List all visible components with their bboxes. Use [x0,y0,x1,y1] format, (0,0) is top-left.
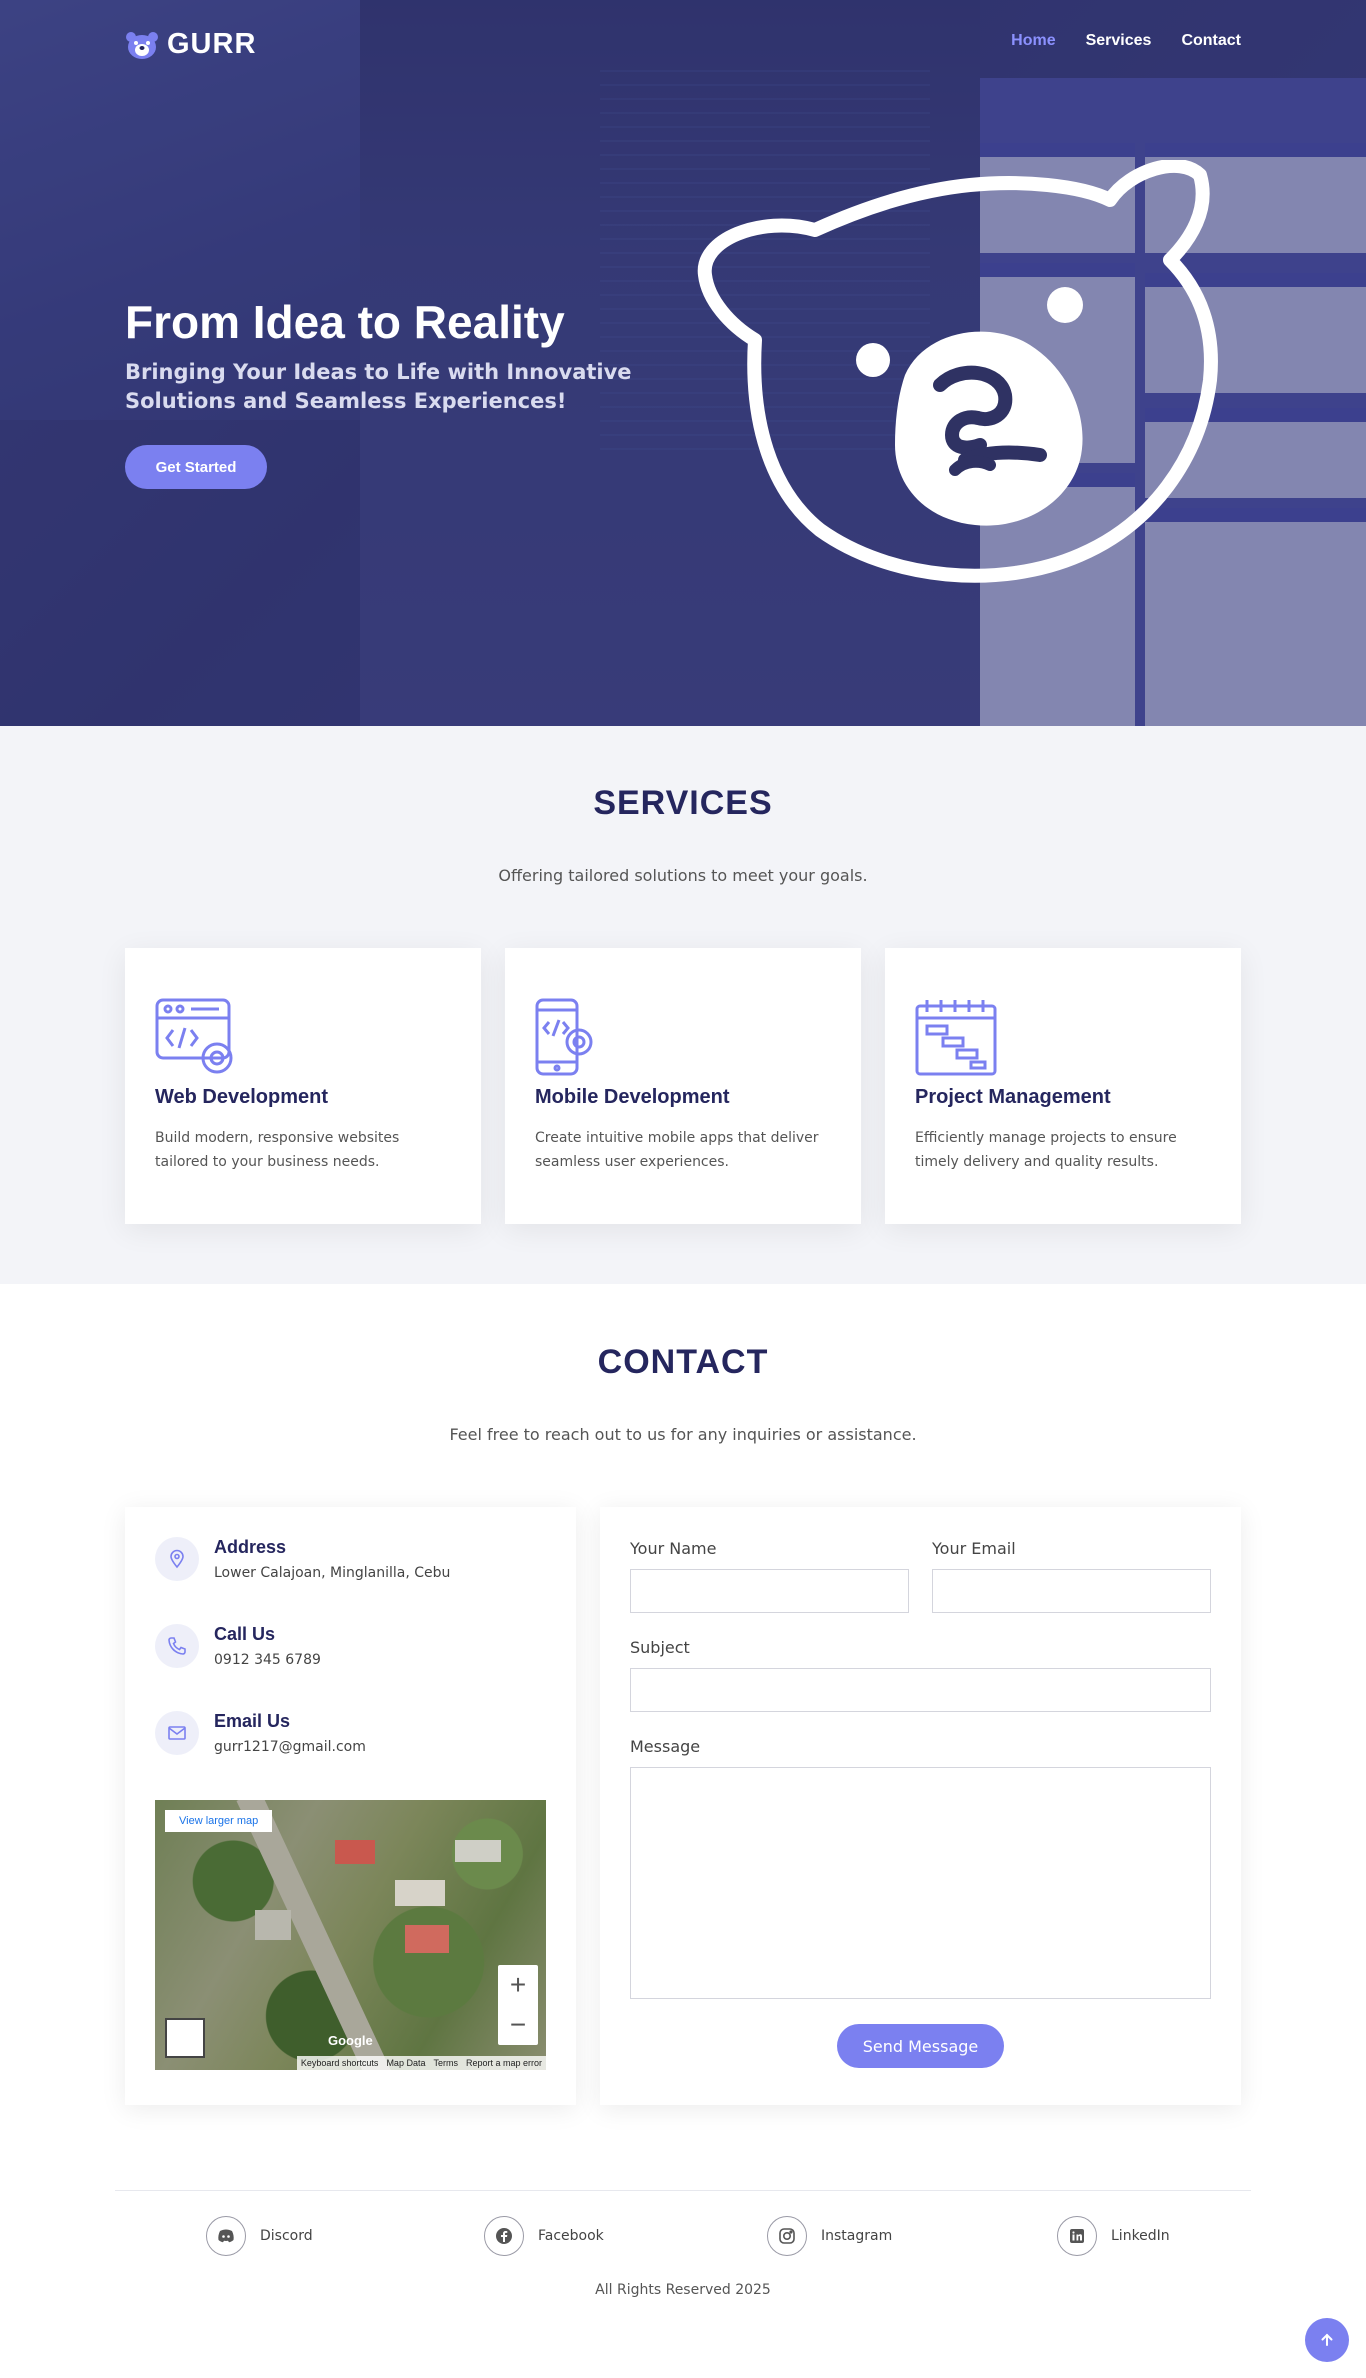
name-field[interactable] [630,1569,909,1613]
keyboard-shortcuts-link[interactable]: Keyboard shortcuts [301,2058,379,2068]
zoom-in-button[interactable]: + [498,1965,538,2005]
hero-title: From Idea to Reality [125,296,565,348]
hero-section: GURR Home Services Contact From Idea to … [0,0,1366,726]
email-icon [155,1711,199,1755]
map-footer: Keyboard shortcuts Map Data Terms Report… [296,2056,546,2070]
arrow-up-icon [1321,2333,1333,2346]
discord-link[interactable]: Discord [206,2216,313,2256]
nav-contact[interactable]: Contact [1181,32,1241,50]
phone-item: Call Us 0912 345 6789 [155,1624,555,1684]
map-data-link[interactable]: Map Data [386,2058,425,2068]
street-view-pegman-icon[interactable] [165,2018,205,2058]
logo-text: GURR [167,28,257,60]
card-text: Build modern, responsive websites tailor… [155,1130,400,1170]
phone-icon [155,1624,199,1668]
instagram-label: Instagram [821,2228,893,2244]
linkedin-label: LinkedIn [1111,2228,1170,2244]
nav-services[interactable]: Services [1086,32,1152,50]
bear-logo-icon [126,31,158,59]
zoom-out-button[interactable]: − [498,2005,538,2045]
address-value: Lower Calajoan, Minglanilla, Cebu [214,1565,451,1581]
phone-title: Call Us [214,1624,276,1644]
contact-description: Feel free to reach out to us for any inq… [449,1425,917,1444]
mobile-development-icon [535,998,593,1076]
facebook-link[interactable]: Facebook [484,2216,604,2256]
email-field[interactable] [932,1569,1211,1613]
hero-subtitle: Bringing Your Ideas to Life with Innovat… [125,360,632,413]
address-title: Address [214,1537,287,1557]
phone-value: 0912 345 6789 [214,1652,321,1668]
services-section: SERVICES Offering tailored solutions to … [0,726,1366,1284]
map-zoom-controls: + − [498,1965,538,2045]
report-map-error-link[interactable]: Report a map error [466,2058,542,2068]
view-larger-map-link[interactable]: View larger map [165,1810,273,1832]
service-card-project[interactable]: Project Management Efficiently manage pr… [885,948,1241,1224]
navbar: GURR Home Services Contact [0,0,1366,86]
footer-divider [115,2190,1251,2191]
nav-home[interactable]: Home [1011,32,1055,50]
card-text: Create intuitive mobile apps that delive… [535,1130,819,1170]
linkedin-link[interactable]: LinkedIn [1057,2216,1170,2256]
email-label: Your Email [932,1539,1016,1558]
nav-menu: Home Services Contact [1011,32,1241,50]
card-title: Web Development [155,1086,328,1108]
bear-mascot-icon [697,160,1218,583]
instagram-icon [767,2216,807,2256]
back-to-top-button[interactable] [1305,2318,1349,2362]
message-label: Message [630,1737,701,1756]
instagram-link[interactable]: Instagram [767,2216,892,2256]
email-value: gurr1217@gmail.com [214,1739,366,1755]
card-text: Efficiently manage projects to ensure ti… [915,1130,1177,1170]
project-management-icon [915,1000,997,1076]
get-started-button[interactable]: Get Started [125,445,267,489]
subject-field[interactable] [630,1668,1211,1712]
linkedin-icon [1057,2216,1097,2256]
embedded-map[interactable]: View larger map + − Google Keyboard shor… [155,1800,546,2070]
address-item: Address Lower Calajoan, Minglanilla, Ceb… [155,1537,555,1597]
location-pin-icon [155,1537,199,1581]
terms-link[interactable]: Terms [433,2058,458,2068]
facebook-label: Facebook [538,2228,604,2244]
service-card-web[interactable]: Web Development Build modern, responsive… [125,948,481,1224]
service-card-mobile[interactable]: Mobile Development Create intuitive mobi… [505,948,861,1224]
copyright: All Rights Reserved 2025 [595,2282,771,2298]
contact-title: CONTACT [597,1343,769,1381]
email-title: Email Us [214,1711,291,1731]
facebook-icon [484,2216,524,2256]
email-item: Email Us gurr1217@gmail.com [155,1711,555,1771]
logo[interactable]: GURR [125,28,256,61]
discord-icon [206,2216,246,2256]
subject-label: Subject [630,1638,690,1657]
contact-form: Your Name Your Email Subject Message Sen… [600,1507,1241,2105]
name-label: Your Name [630,1539,717,1558]
services-title: SERVICES [593,784,773,822]
services-description: Offering tailored solutions to meet your… [498,866,868,885]
google-logo: Google [328,2033,373,2048]
send-message-button[interactable]: Send Message [837,2024,1004,2068]
web-development-icon [155,998,233,1074]
card-title: Mobile Development [535,1086,730,1108]
card-title: Project Management [915,1086,1111,1108]
discord-label: Discord [260,2228,313,2244]
contact-info-card: Address Lower Calajoan, Minglanilla, Ceb… [125,1507,576,2105]
message-field[interactable] [630,1767,1211,1999]
